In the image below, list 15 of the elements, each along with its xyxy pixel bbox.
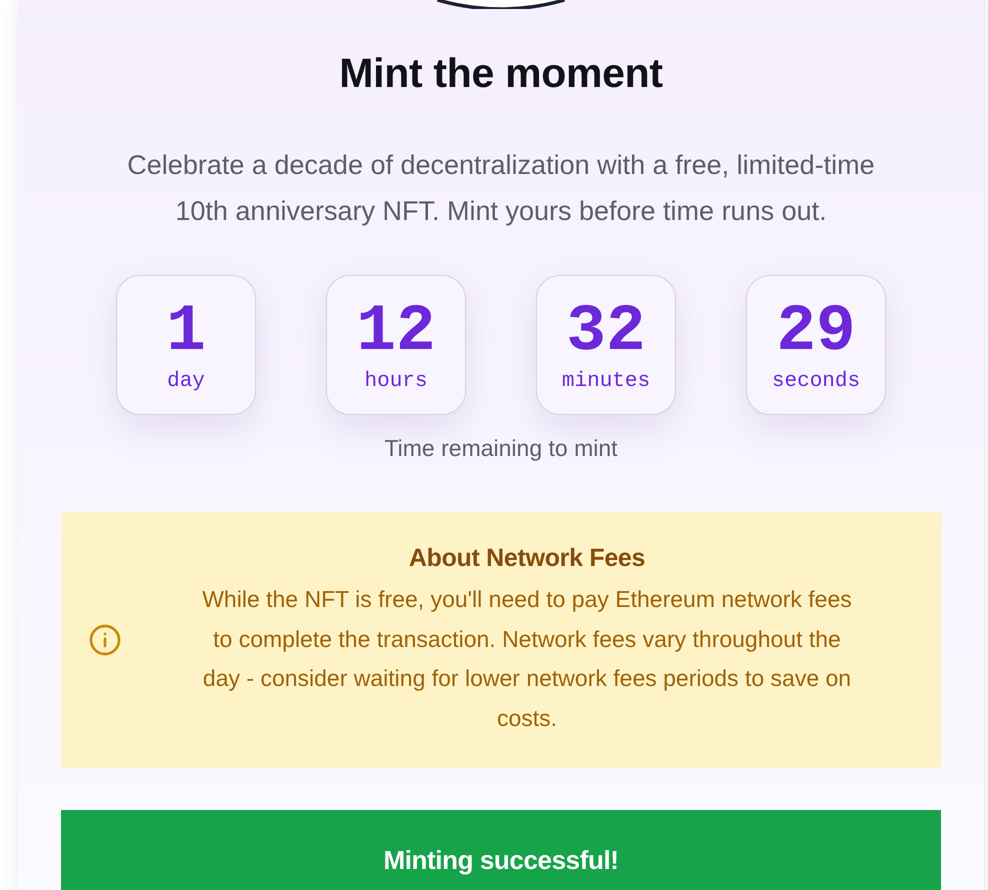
countdown-value: 1 — [166, 302, 206, 362]
intro-paragraph: Celebrate a decade of decentralization with a free, limited-time 10th anniversary NFT. Mint yours before time runs out. — [126, 149, 876, 228]
notice-body: While the NFT is free, you'll need to pay Ethereum network fees to complete the transaction. Network fees vary throughout the day - consider waiting for lower network fees periods to save on costs. — [201, 585, 853, 732]
countdown-value: 12 — [356, 302, 436, 362]
countdown-unit: seconds — [772, 370, 860, 394]
page-title: Mint the moment — [339, 49, 663, 97]
countdown-value: 32 — [566, 302, 646, 362]
countdown-unit: minutes — [562, 370, 650, 394]
countdown-unit: hours — [364, 370, 428, 394]
info-icon — [89, 624, 121, 656]
banner-message: Minting successful! — [383, 845, 619, 877]
countdown-caption: Time remaining to mint — [384, 434, 618, 463]
countdown-value: 29 — [776, 302, 856, 362]
notice-title: About Network Fees — [408, 543, 646, 574]
countdown-unit: day — [167, 370, 205, 394]
